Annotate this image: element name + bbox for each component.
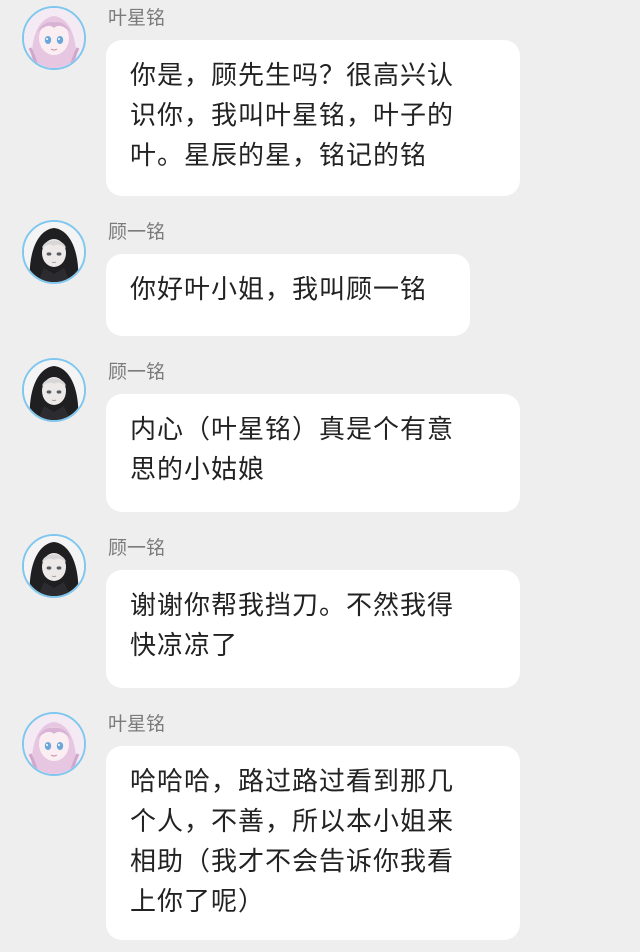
message-bubble[interactable]: 你好叶小姐，我叫顾一铭 <box>106 254 470 336</box>
message-line: 上你了呢） <box>130 887 266 917</box>
message-line: 谢谢你帮我挡刀。不然我得 <box>130 591 455 621</box>
anime-girl-avatar[interactable] <box>22 712 86 776</box>
message-bubble[interactable]: 你是，顾先生吗？很高兴认 识你，我叫叶星铭，叶子的 叶。星辰的星，铭记的铭 <box>106 40 520 196</box>
anime-girl-avatar[interactable] <box>22 6 86 70</box>
message-line: 思的小姑娘 <box>130 455 266 485</box>
message-line: 识你，我叫叶星铭，叶子的 <box>130 101 455 131</box>
message-line: 你是，顾先生吗？很高兴认 <box>130 61 455 91</box>
message-bubble[interactable]: 内心（叶星铭）真是个有意 思的小姑娘 <box>106 394 520 512</box>
sender-name: 顾一铭 <box>108 221 166 243</box>
message-line: 内心（叶星铭）真是个有意 <box>130 415 455 445</box>
message-line: 叶。星辰的星，铭记的铭 <box>130 141 428 171</box>
hooded-boy-avatar[interactable] <box>22 358 86 422</box>
sender-name: 顾一铭 <box>108 361 166 383</box>
chat-thread: 叶星铭 你是，顾先生吗？很高兴认 识你，我叫叶星铭，叶子的 叶。星辰的星，铭记的… <box>0 0 640 952</box>
message-line: 你好叶小姐，我叫顾一铭 <box>130 275 428 305</box>
sender-name: 顾一铭 <box>108 537 166 559</box>
message-line: 相助（我才不会告诉你我看 <box>130 847 455 877</box>
message-line: 哈哈哈，路过路过看到那几 <box>130 767 455 797</box>
sender-name: 叶星铭 <box>108 713 166 735</box>
message-bubble[interactable]: 哈哈哈，路过路过看到那几 个人，不善，所以本小姐来 相助（我才不会告诉你我看 上… <box>106 746 520 940</box>
hooded-boy-avatar[interactable] <box>22 534 86 598</box>
message-line: 个人，不善，所以本小姐来 <box>130 807 455 837</box>
sender-name: 叶星铭 <box>108 7 166 29</box>
message-line: 快凉凉了 <box>130 631 239 661</box>
hooded-boy-avatar[interactable] <box>22 220 86 284</box>
message-bubble[interactable]: 谢谢你帮我挡刀。不然我得 快凉凉了 <box>106 570 520 688</box>
